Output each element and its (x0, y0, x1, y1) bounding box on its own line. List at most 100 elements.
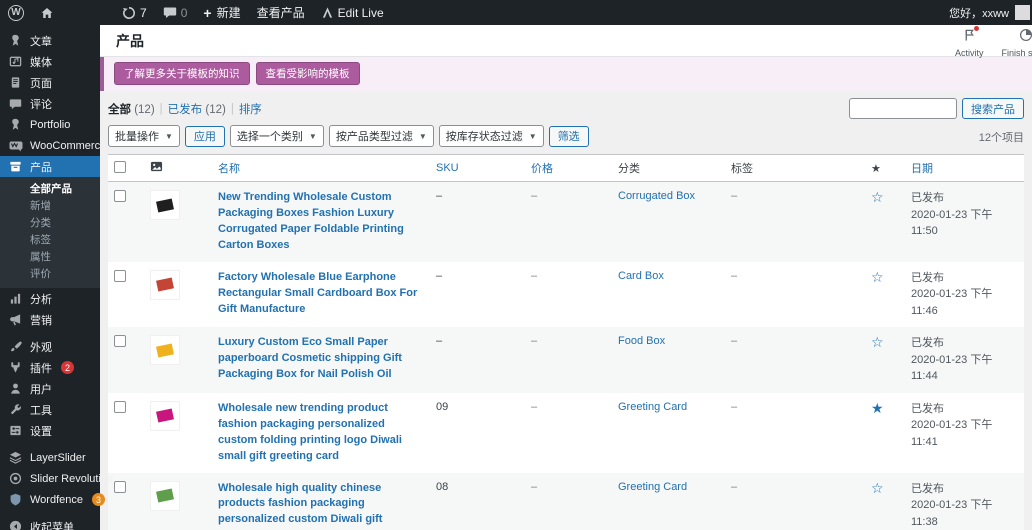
column-header-date[interactable]: 日期 (911, 163, 933, 175)
site-home-button[interactable] (32, 0, 62, 25)
product-thumbnail[interactable] (150, 481, 180, 511)
sidebar-item-media[interactable]: 媒体 (0, 51, 100, 72)
featured-star-toggle[interactable]: ☆ (871, 269, 884, 285)
product-name-link[interactable]: Wholesale new trending product fashion p… (218, 401, 424, 465)
product-tags: – (725, 327, 865, 393)
product-date: 已发布2020-01-23 下午11:44 (905, 327, 1024, 393)
sidebar-subitem-categories[interactable]: 分类 (0, 215, 100, 232)
product-category-link[interactable]: Corrugated Box (618, 190, 695, 202)
product-thumbnail[interactable] (150, 190, 180, 220)
image-column-icon (150, 164, 163, 176)
bulk-action-select[interactable]: 批量操作▼ (108, 125, 180, 147)
collapse-menu-button[interactable]: 收起菜单 (0, 516, 100, 530)
thumbnail-image (156, 343, 174, 357)
sidebar-item-wordfence[interactable]: Wordfence 3 (0, 489, 100, 510)
sidebar-item-posts[interactable]: 文章 (0, 30, 100, 51)
column-header-sku[interactable]: SKU (436, 162, 459, 174)
column-header-price[interactable]: 价格 (531, 163, 553, 175)
learn-more-templates-button[interactable]: 了解更多关于模板的知识 (114, 62, 250, 85)
product-type-filter-select[interactable]: 按产品类型过滤▼ (329, 125, 434, 147)
view-product-button[interactable]: 查看产品 (249, 0, 313, 25)
row-checkbox[interactable] (114, 401, 126, 413)
row-checkbox[interactable] (114, 481, 126, 493)
sidebar-item-settings[interactable]: 设置 (0, 420, 100, 441)
featured-star-toggle[interactable]: ☆ (871, 480, 884, 496)
edit-live-button[interactable]: Edit Live (313, 0, 392, 25)
product-thumbnail[interactable] (150, 270, 180, 300)
row-checkbox[interactable] (114, 270, 126, 282)
wp-logo[interactable]: W (0, 0, 32, 25)
products-table: 名称 SKU 价格 分类 标签 ★ 日期 New Trending Wholes… (108, 154, 1024, 530)
main-content: 产品 Activity Finish setup 了解更多关于模板的知识 查看受… (100, 25, 1032, 530)
finish-setup-button[interactable]: Finish setup (1001, 28, 1032, 58)
category-filter-select[interactable]: 选择一个类别▼ (230, 125, 324, 147)
updates-button[interactable]: 7 (114, 0, 155, 25)
comment-count: 0 (181, 6, 188, 20)
sidebar-subitem-attributes[interactable]: 属性 (0, 249, 100, 266)
sidebar-item-slider-revolution[interactable]: Slider Revolution (0, 468, 100, 489)
featured-star-toggle[interactable]: ☆ (871, 334, 884, 350)
new-content-button[interactable]: + 新建 (195, 0, 248, 25)
account-greeting[interactable]: 您好，xxww (949, 5, 1009, 21)
sidebar-item-products[interactable]: 产品 (0, 156, 100, 177)
sidebar-subitem-add-new[interactable]: 新增 (0, 198, 100, 215)
view-all-link[interactable]: 全部 (108, 104, 131, 116)
view-affected-templates-button[interactable]: 查看受影响的模板 (256, 62, 360, 85)
comments-button[interactable]: 0 (155, 0, 196, 25)
product-category-link[interactable]: Greeting Card (618, 401, 687, 413)
featured-star-toggle[interactable]: ★ (871, 400, 884, 416)
sidebar-item-label: Slider Revolution (30, 473, 113, 485)
product-thumbnail[interactable] (150, 335, 180, 365)
view-published-link[interactable]: 已发布 (168, 104, 203, 116)
product-category-link[interactable]: Food Box (618, 335, 665, 347)
sidebar-item-label: 收起菜单 (30, 519, 74, 530)
sidebar-item-pages[interactable]: 页面 (0, 72, 100, 93)
sidebar-item-appearance[interactable]: 外观 (0, 336, 100, 357)
sidebar-item-users[interactable]: 用户 (0, 378, 100, 399)
sidebar-subitem-tags[interactable]: 标签 (0, 232, 100, 249)
activity-flag-icon (963, 28, 976, 47)
product-category-link[interactable]: Greeting Card (618, 481, 687, 493)
sidebar-subitem-reviews[interactable]: 评价 (0, 266, 100, 283)
sidebar-item-label: Portfolio (30, 119, 70, 131)
wrench-icon (8, 403, 23, 416)
table-row: Luxury Custom Eco Small Paper paperboard… (108, 327, 1024, 393)
activity-button[interactable]: Activity (955, 28, 984, 58)
page-header: 产品 Activity Finish setup (100, 25, 1032, 57)
product-sku: 09 (430, 393, 525, 473)
row-checkbox[interactable] (114, 190, 126, 202)
product-category-link[interactable]: Card Box (618, 270, 664, 282)
chevron-down-icon: ▼ (419, 132, 427, 141)
sidebar-item-comments[interactable]: 评论 (0, 93, 100, 114)
filter-button[interactable]: 筛选 (549, 126, 589, 147)
product-name-link[interactable]: Luxury Custom Eco Small Paper paperboard… (218, 335, 424, 383)
sidebar-item-analytics[interactable]: 分析 (0, 288, 100, 309)
apply-button[interactable]: 应用 (185, 126, 225, 147)
list-toolbar: 全部 (12) | 已发布 (12) | 排序 搜索产品 批量操作▼ 应用 选择… (100, 91, 1032, 152)
stock-status-filter-select[interactable]: 按库存状态过滤▼ (439, 125, 544, 147)
sidebar-item-woocommerce[interactable]: WooCommerce (0, 135, 100, 156)
product-name-link[interactable]: Factory Wholesale Blue Earphone Rectangu… (218, 270, 424, 318)
sidebar-item-plugins[interactable]: 插件 2 (0, 357, 100, 378)
notification-dot (974, 26, 979, 31)
row-checkbox[interactable] (114, 335, 126, 347)
sidebar-item-label: WooCommerce (30, 140, 106, 152)
product-thumbnail[interactable] (150, 401, 180, 431)
product-price: – (525, 182, 612, 262)
settings-icon (8, 424, 23, 437)
search-products-button[interactable]: 搜索产品 (962, 98, 1024, 119)
product-date: 已发布2020-01-23 下午11:46 (905, 262, 1024, 328)
sidebar-item-layerslider[interactable]: LayerSlider (0, 447, 100, 468)
product-name-link[interactable]: Wholesale high quality chinese products … (218, 481, 424, 530)
search-input[interactable] (849, 98, 957, 119)
product-name-link[interactable]: New Trending Wholesale Custom Packaging … (218, 190, 424, 254)
view-sorting-link[interactable]: 排序 (239, 104, 262, 116)
column-header-name[interactable]: 名称 (218, 163, 240, 175)
featured-star-toggle[interactable]: ☆ (871, 189, 884, 205)
sidebar-subitem-all-products[interactable]: 全部产品 (0, 181, 100, 198)
sidebar-item-portfolio[interactable]: Portfolio (0, 114, 100, 135)
select-all-checkbox[interactable] (114, 161, 126, 173)
sidebar-item-label: 分析 (30, 291, 52, 307)
sidebar-item-marketing[interactable]: 营销 (0, 309, 100, 330)
sidebar-item-tools[interactable]: 工具 (0, 399, 100, 420)
